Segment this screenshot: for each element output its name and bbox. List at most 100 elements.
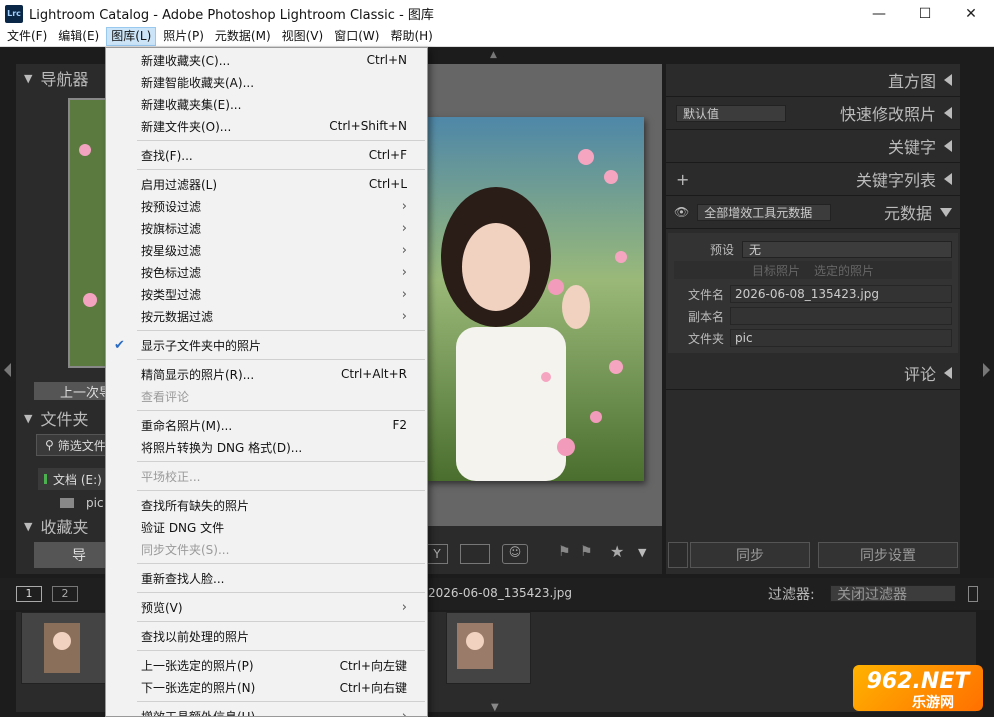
- menu-item[interactable]: 按元数据过滤 ›: [106, 305, 427, 327]
- metadata-set-select[interactable]: 全部增效工具元数据: [697, 203, 832, 221]
- filmstrip-filename[interactable]: 2026-06-08_135423.jpg: [428, 586, 572, 600]
- sync-settings-button[interactable]: 同步设置: [818, 542, 958, 568]
- histogram-header[interactable]: 直方图: [666, 64, 960, 97]
- window-2-button[interactable]: 2: [52, 586, 78, 602]
- comments-title: 评论: [903, 365, 936, 384]
- menu-item-label: 显示子文件夹中的照片: [141, 338, 262, 353]
- survey-view-icon[interactable]: [460, 544, 490, 564]
- menu-item[interactable]: 新建收藏夹(C)... Ctrl+N: [106, 49, 427, 71]
- toolbar-menu-icon[interactable]: ▼: [638, 546, 646, 559]
- menu-photo[interactable]: 照片(P): [159, 27, 208, 46]
- menu-item[interactable]: 上一张选定的照片(P) Ctrl+向左键: [106, 654, 427, 676]
- quick-develop-header[interactable]: 默认值 快速修改照片: [666, 97, 960, 130]
- folder-icon: [60, 498, 74, 508]
- search-icon: ⚲: [45, 438, 54, 452]
- flag-reject-icon[interactable]: ⚑: [580, 544, 593, 560]
- menu-item[interactable]: 下一张选定的照片(N) Ctrl+向右键: [106, 676, 427, 698]
- submenu-arrow-icon: ›: [401, 308, 407, 324]
- star-rating-icon[interactable]: ★: [610, 542, 624, 561]
- sync-button[interactable]: 同步: [690, 542, 810, 568]
- film-thumbnail[interactable]: [446, 612, 531, 684]
- right-panel-toggle-icon[interactable]: [983, 363, 990, 377]
- menu-item-label: 新建智能收藏夹(A)...: [141, 75, 255, 90]
- menu-metadata[interactable]: 元数据(M): [211, 27, 275, 46]
- menu-separator: [137, 359, 425, 360]
- comments-header[interactable]: 评论: [666, 357, 960, 390]
- menu-item[interactable]: 按类型过滤 ›: [106, 283, 427, 305]
- menu-item[interactable]: 查找以前处理的照片: [106, 625, 427, 647]
- filter-select[interactable]: 关闭过滤器: [830, 585, 956, 603]
- menu-item-label: 按色标过滤: [141, 265, 202, 280]
- window-1-button[interactable]: 1: [16, 586, 42, 602]
- watermark-sub: 乐游网: [912, 695, 954, 711]
- top-panel-toggle-icon[interactable]: ▲: [490, 50, 497, 60]
- menu-file[interactable]: 文件(F): [3, 27, 51, 46]
- filename-field[interactable]: 2026-06-08_135423.jpg: [730, 285, 952, 303]
- filter-value: 关闭过滤器: [837, 586, 907, 603]
- menu-item[interactable]: 将照片转换为 DNG 格式(D)...: [106, 436, 427, 458]
- menu-item-label: 按预设过滤: [141, 199, 202, 214]
- submenu-arrow-icon: ›: [401, 198, 407, 214]
- submenu-arrow-icon: ›: [401, 708, 407, 717]
- menu-help[interactable]: 帮助(H): [386, 27, 436, 46]
- keywording-header[interactable]: 关键字: [666, 130, 960, 163]
- compare-view-icon[interactable]: Y: [426, 544, 448, 564]
- menu-item[interactable]: 按旗标过滤 ›: [106, 217, 427, 239]
- minimize-button[interactable]: —: [856, 0, 902, 27]
- menu-separator: [137, 330, 425, 331]
- metadata-header[interactable]: 👁 全部增效工具元数据 元数据: [666, 196, 960, 229]
- menu-item[interactable]: 新建智能收藏夹(A)...: [106, 71, 427, 93]
- menu-library[interactable]: 图库(L): [106, 27, 157, 46]
- menu-item[interactable]: 查找所有缺失的照片: [106, 494, 427, 516]
- menu-item[interactable]: 按色标过滤 ›: [106, 261, 427, 283]
- menu-item[interactable]: 新建文件夹(O)... Ctrl+Shift+N: [106, 115, 427, 137]
- main-photo[interactable]: [426, 117, 644, 481]
- sync-toggle-icon[interactable]: [668, 542, 688, 568]
- collapse-triangle-icon: [940, 207, 952, 217]
- copy-name-field[interactable]: [730, 307, 952, 325]
- eye-icon[interactable]: 👁: [674, 205, 689, 219]
- people-view-icon[interactable]: ☺: [502, 544, 528, 564]
- menu-item[interactable]: 增效工具额外信息(U) ›: [106, 705, 427, 717]
- menu-edit[interactable]: 编辑(E): [54, 27, 103, 46]
- quick-develop-preset-select[interactable]: 默认值: [676, 104, 786, 122]
- menu-item[interactable]: 重新查找人脸...: [106, 567, 427, 589]
- menu-item[interactable]: 按预设过滤 ›: [106, 195, 427, 217]
- close-button[interactable]: ✕: [948, 0, 994, 27]
- film-thumbnail[interactable]: [21, 612, 106, 684]
- submenu-arrow-icon: ›: [401, 286, 407, 302]
- bottom-panel-toggle-icon[interactable]: ▼: [491, 702, 499, 713]
- collapse-triangle-icon: ▼: [24, 411, 33, 425]
- menu-item[interactable]: 按星级过滤 ›: [106, 239, 427, 261]
- maximize-button[interactable]: ☐: [902, 0, 948, 27]
- target-photo-tab[interactable]: 目标照片: [752, 262, 800, 279]
- collections-header[interactable]: ▼ 收藏夹: [16, 518, 88, 534]
- menu-view[interactable]: 视图(V): [278, 27, 328, 46]
- menu-item[interactable]: 重命名照片(M)... F2: [106, 414, 427, 436]
- folders-header[interactable]: ▼ 文件夹: [16, 404, 88, 432]
- menu-item[interactable]: 验证 DNG 文件: [106, 516, 427, 538]
- menu-item-label: 预览(V): [141, 600, 183, 615]
- menu-item-label: 验证 DNG 文件: [141, 520, 225, 535]
- folder-field[interactable]: pic: [730, 329, 952, 347]
- metadata-preset-select[interactable]: 无: [742, 240, 952, 258]
- menu-item[interactable]: 精简显示的照片(R)... Ctrl+Alt+R: [106, 363, 427, 385]
- left-panel-toggle-icon[interactable]: [4, 363, 11, 377]
- add-keyword-icon[interactable]: +: [676, 170, 689, 189]
- menu-item-label: 同步文件夹(S)...: [141, 542, 230, 557]
- menu-item[interactable]: 新建收藏夹集(E)...: [106, 93, 427, 115]
- menu-window[interactable]: 窗口(W): [330, 27, 383, 46]
- menu-item[interactable]: 预览(V) ›: [106, 596, 427, 618]
- menu-item-label: 重命名照片(M)...: [141, 418, 233, 433]
- metadata-body: 预设 无 目标照片 选定的照片 文件名 2026-06-08_135423.jp…: [668, 233, 958, 353]
- menu-item[interactable]: 启用过滤器(L) Ctrl+L: [106, 173, 427, 195]
- menu-item[interactable]: 查找(F)... Ctrl+F: [106, 144, 427, 166]
- filter-lock-icon[interactable]: [968, 586, 978, 602]
- menu-item[interactable]: ✔ 显示子文件夹中的照片: [106, 334, 427, 356]
- menu-item-label: 查找(F)...: [141, 148, 193, 163]
- histogram-title: 直方图: [887, 72, 936, 91]
- selected-photos-tab[interactable]: 选定的照片: [814, 262, 874, 279]
- flag-pick-icon[interactable]: ⚑: [558, 544, 571, 560]
- keyword-list-header[interactable]: + 关键字列表: [666, 163, 960, 196]
- folder-pic-row[interactable]: pic: [60, 496, 104, 510]
